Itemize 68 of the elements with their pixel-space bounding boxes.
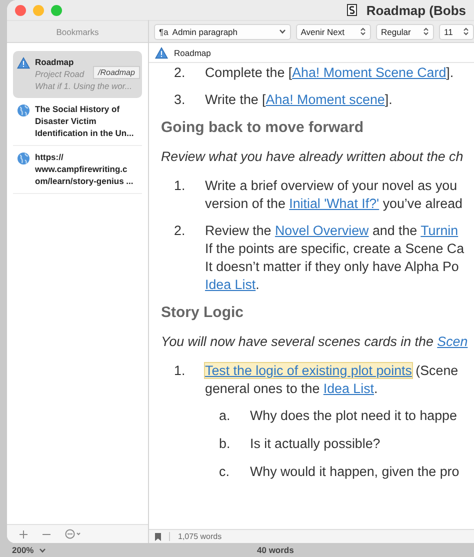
- text-line: Why does the plot need it to happe: [250, 407, 457, 425]
- link[interactable]: Aha! Moment scene: [266, 92, 385, 107]
- link[interactable]: Novel Overview: [274, 223, 369, 238]
- list-number: 2.: [174, 222, 186, 240]
- text-line: Write the [Aha! Moment scene].: [205, 91, 392, 109]
- list-letter: c.: [219, 463, 230, 481]
- link[interactable]: Turnin: [420, 223, 458, 238]
- font-weight-dropdown[interactable]: Regular: [376, 24, 434, 40]
- list-number: 2.: [174, 64, 186, 82]
- text-line: general ones to the Idea List.: [205, 380, 379, 398]
- zoom-level[interactable]: 200%: [12, 545, 34, 555]
- stepper-icon: [423, 27, 430, 36]
- list-letter: a.: [219, 407, 232, 425]
- bookmark-item[interactable]: Roadmap Project Road /Roadmap What if 1. Using the wor...: [13, 51, 142, 98]
- chevron-icon: [278, 29, 286, 34]
- text-line: version of the Initial 'What If?' you’ve alread: [205, 195, 462, 213]
- tooltip: /Roadmap: [93, 66, 140, 79]
- text-line: Write a brief overview of your novel as you: [205, 177, 458, 195]
- globe-icon: [17, 104, 30, 117]
- bookmark-title: Roadmap: [35, 56, 75, 68]
- stepper-icon: [360, 27, 366, 36]
- link[interactable]: Idea List: [323, 381, 374, 396]
- bookmark-preview: What if 1. Using the wor...: [35, 81, 132, 91]
- bookmark-title: https:// www.campfirewriting.c om/learn/story-genius ...: [35, 151, 134, 187]
- text-line: Complete the [Aha! Moment Scene Card].: [205, 64, 454, 82]
- warning-icon: [155, 47, 168, 59]
- font-dropdown[interactable]: Avenir Next: [296, 24, 372, 40]
- list-letter: b.: [219, 435, 232, 453]
- word-count: 1,075 words: [178, 532, 222, 541]
- zoom-button[interactable]: [51, 4, 62, 16]
- highlighted-link[interactable]: Test the logic of existing plot points: [205, 363, 412, 378]
- add-icon[interactable]: [19, 530, 28, 538]
- word-count: 40 words: [256, 545, 294, 555]
- list-number: 3.: [174, 91, 186, 109]
- paragraph-style-dropdown[interactable]: ¶a Admin paragraph: [154, 24, 291, 40]
- bookmark-item[interactable]: https:// www.campfirewriting.c om/learn/story-genius ...: [13, 146, 142, 194]
- section-heading: Story Logic: [161, 304, 245, 321]
- globe-icon: [17, 152, 30, 165]
- link[interactable]: Idea List: [205, 277, 256, 292]
- list-number: 1.: [174, 177, 186, 195]
- text-line: You will now have several scenes cards in the Scen: [161, 333, 469, 351]
- text-line: It doesn’t matter if they only have Alpha Po: [205, 258, 460, 276]
- link[interactable]: Scen: [437, 334, 468, 349]
- chevron-icon: [38, 548, 46, 552]
- window-title: Roadmap (Bobs: [366, 2, 466, 18]
- bookmark-preview: Project Road: [35, 69, 84, 79]
- text-line: Is it actually possible?: [250, 435, 380, 453]
- link[interactable]: Aha! Moment Scene Card: [292, 65, 446, 80]
- bookmark-icon[interactable]: [155, 532, 161, 540]
- document-icon: [347, 4, 358, 16]
- warning-icon: [17, 57, 30, 69]
- section-heading: Going back to move forward: [161, 119, 365, 136]
- sidebar-title: Bookmarks: [7, 20, 148, 43]
- text-line: If the points are specific, create a Scene Ca: [205, 240, 464, 258]
- stepper-icon: [463, 27, 469, 36]
- bookmark-title: The Social History of Disaster Victim Identification in the Un...: [35, 103, 134, 139]
- text-line: Why would it happen, given the pro: [250, 463, 460, 481]
- close-button[interactable]: [15, 4, 26, 16]
- text-line: Test the logic of existing plot points (Scene: [205, 362, 458, 380]
- link[interactable]: Initial 'What If?': [289, 196, 380, 211]
- document-header: Roadmap: [174, 48, 211, 58]
- list-number: 1.: [174, 362, 186, 380]
- text-line: Review what you have already written about the ch: [161, 148, 464, 166]
- text-line: Review the Novel Overview and the Turnin: [205, 222, 460, 240]
- font-size-dropdown[interactable]: 11: [439, 24, 474, 40]
- more-icon[interactable]: [65, 529, 82, 539]
- bookmark-item[interactable]: The Social History of Disaster Victim Identification in the Un...: [13, 98, 142, 146]
- text-line: Idea List.: [205, 276, 260, 294]
